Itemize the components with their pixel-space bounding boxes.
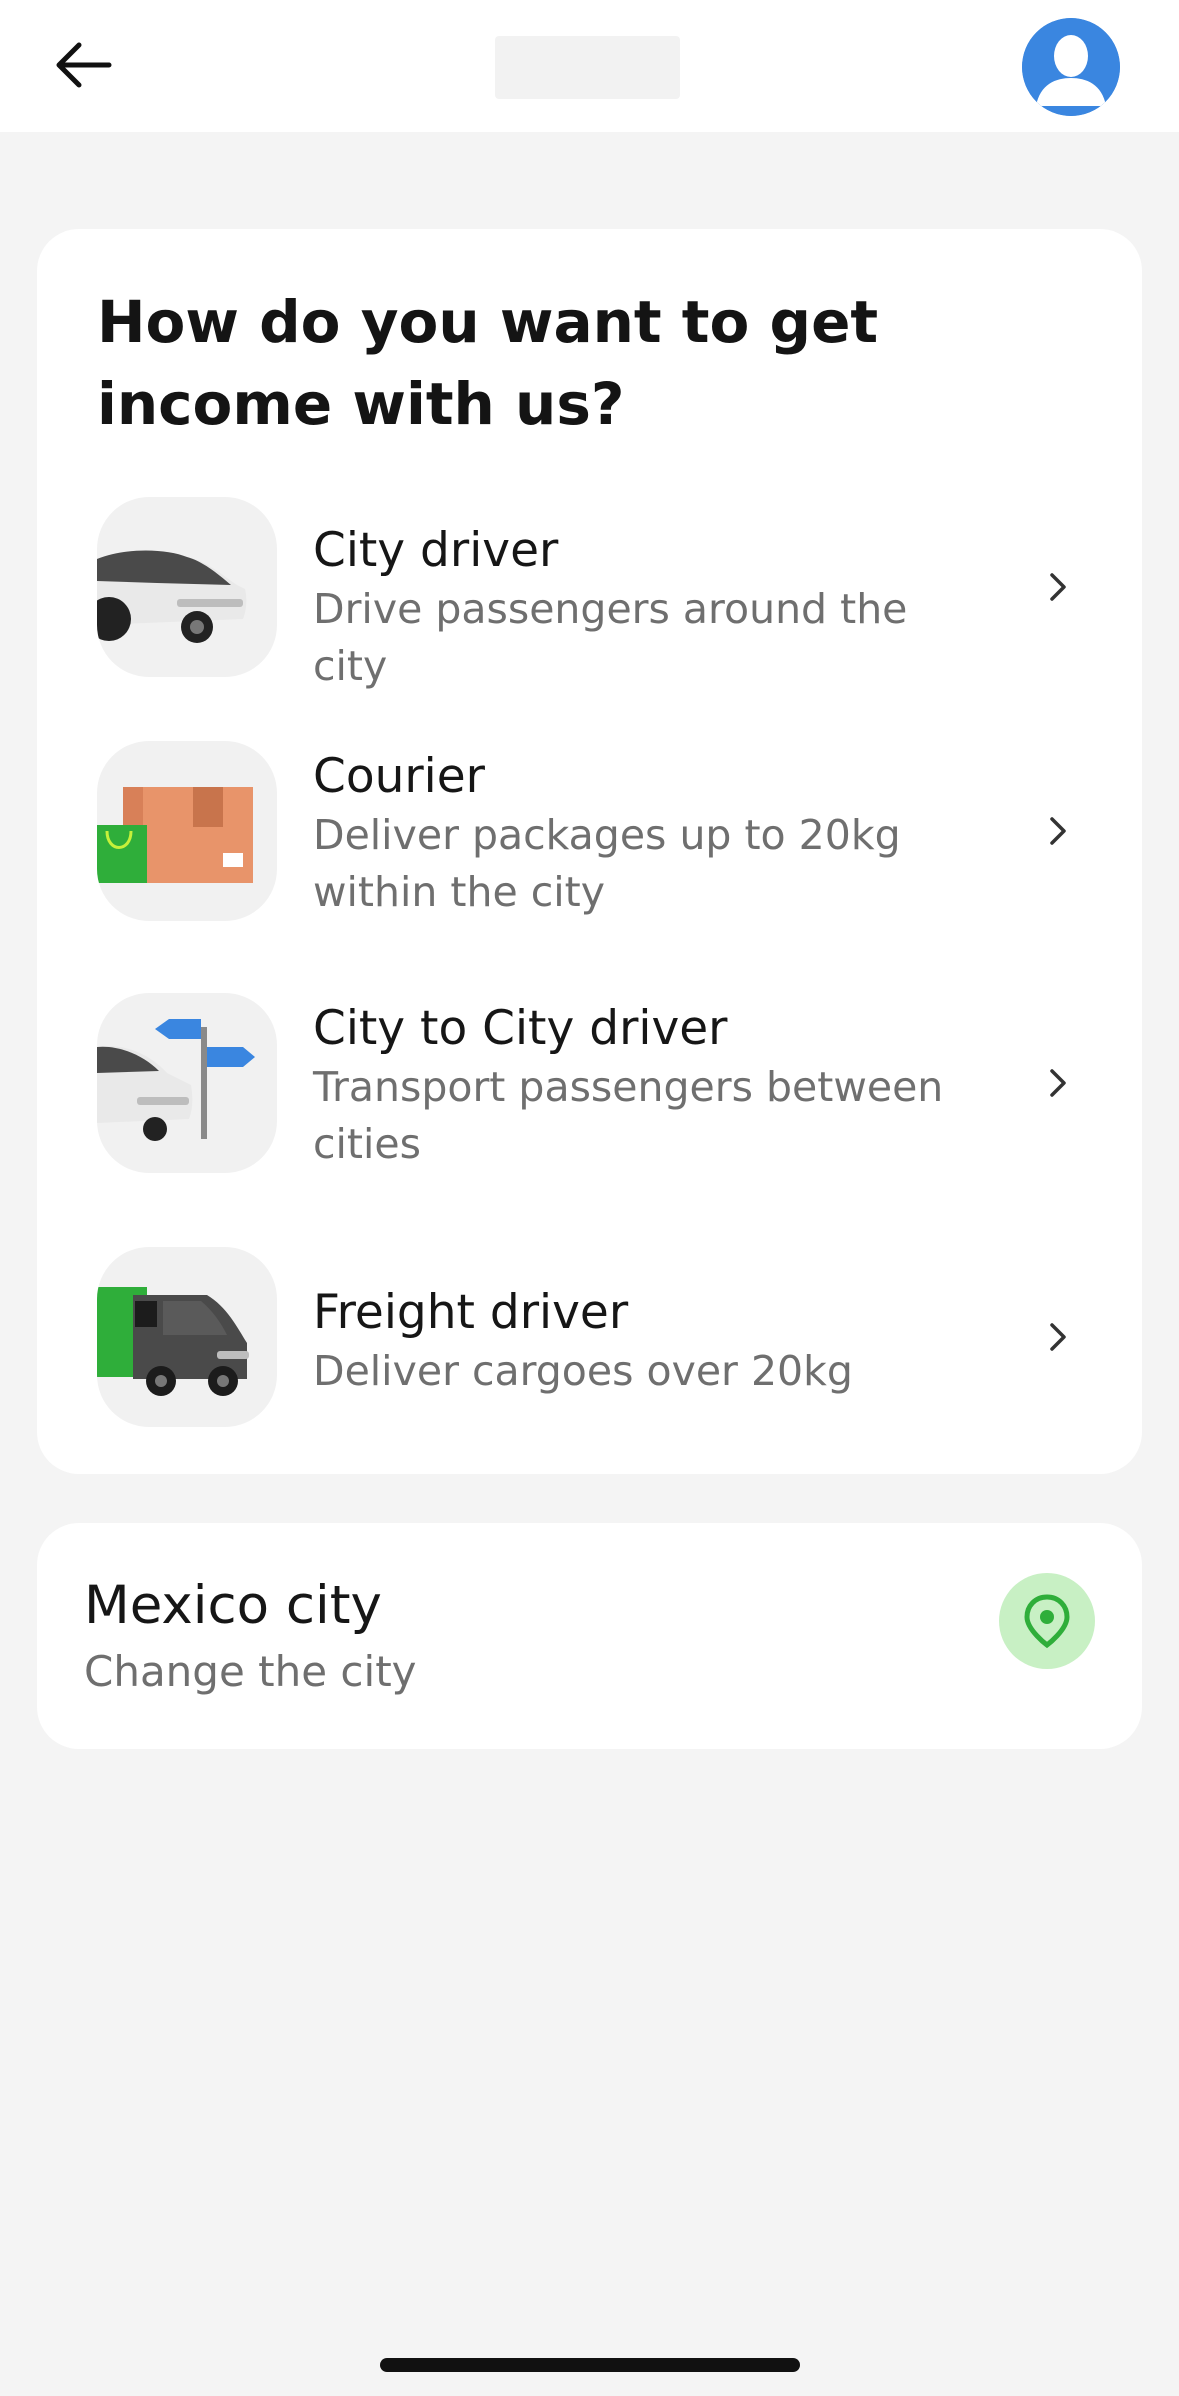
option-title: Freight driver [313, 1285, 629, 1340]
chevron-right-icon [1050, 1069, 1066, 1097]
truck-icon [97, 1247, 277, 1427]
user-avatar-icon[interactable] [1022, 18, 1120, 116]
back-button[interactable] [40, 22, 126, 108]
top-bar [0, 0, 1179, 132]
option-freight-driver[interactable]: Freight driver Deliver cargoes over 20kg [37, 1233, 1142, 1453]
option-title: Courier [313, 749, 485, 804]
chevron-right-icon [1050, 1323, 1066, 1351]
option-title: City to City driver [313, 1001, 728, 1056]
option-description: Drive passengers around the city [313, 585, 908, 690]
package-icon [97, 741, 277, 921]
option-title: City driver [313, 523, 559, 578]
home-indicator [380, 2358, 800, 2372]
title-placeholder [495, 36, 680, 99]
city-name: Mexico city [84, 1575, 382, 1636]
option-description: Transport passengers between cities [313, 1063, 944, 1168]
option-description: Deliver packages up to 20kg within the c… [313, 811, 901, 916]
page-heading: How do you want to get income with us? [97, 288, 879, 438]
arrow-left-icon [56, 42, 112, 88]
location-pin-icon[interactable] [999, 1573, 1095, 1669]
option-city-driver[interactable]: City driver Drive passengers around the … [37, 477, 1142, 697]
city-selector-card[interactable]: Mexico city Change the city [37, 1523, 1142, 1749]
car-icon [97, 497, 277, 677]
change-city-link[interactable]: Change the city [84, 1647, 417, 1696]
chevron-right-icon [1050, 817, 1066, 845]
car-signpost-icon [97, 993, 277, 1173]
option-description: Deliver cargoes over 20kg [313, 1347, 853, 1395]
chevron-right-icon [1050, 573, 1066, 601]
option-courier[interactable]: Courier Deliver packages up to 20kg with… [37, 729, 1142, 949]
income-options-card: How do you want to get income with us? C… [37, 229, 1142, 1474]
option-city-to-city-driver[interactable]: City to City driver Transport passengers… [37, 981, 1142, 1201]
